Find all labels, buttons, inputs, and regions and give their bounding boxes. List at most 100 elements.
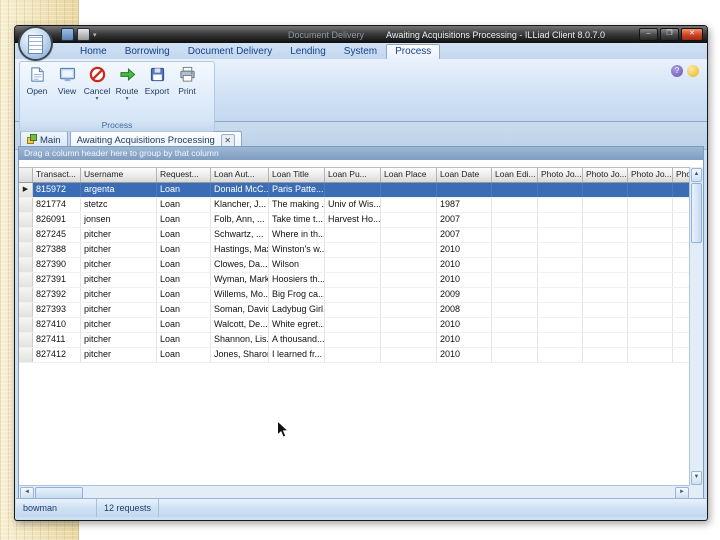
cell <box>583 213 628 227</box>
column-header-loan-pu[interactable]: Loan Pu... <box>325 168 381 182</box>
cell <box>325 348 381 362</box>
table-row[interactable]: 827391 pitcher Loan Wyman, Mark Hoosiers th.… <box>19 273 690 288</box>
cell: Donald McC... <box>211 183 269 197</box>
cell <box>381 288 437 302</box>
cell: 827411 <box>33 333 81 347</box>
quick-access-icon-2[interactable] <box>77 28 90 41</box>
ribbon-button-export[interactable]: Export <box>142 64 172 101</box>
cell <box>492 243 538 257</box>
window-title: Awaiting Acquisitions Processing - ILLia… <box>386 29 605 40</box>
cell <box>492 183 538 197</box>
table-row[interactable]: 827412 pitcher Loan Jones, Sharon I learned … <box>19 348 690 363</box>
column-header-loan-place[interactable]: Loan Place <box>381 168 437 182</box>
ribbon-tab-lending[interactable]: Lending <box>281 44 335 59</box>
table-row[interactable]: 827392 pitcher Loan Willems, Mo... Big Frog … <box>19 288 690 303</box>
cell: pitcher <box>81 318 157 332</box>
cell: pitcher <box>81 348 157 362</box>
cell: 827390 <box>33 258 81 272</box>
column-header-loan-aut[interactable]: Loan Aut... <box>211 168 269 182</box>
ribbon-tab-process[interactable]: Process <box>386 44 441 59</box>
horizontal-scrollbar[interactable]: ◄ ► <box>19 485 690 499</box>
table-row[interactable]: 827245 pitcher Loan Schwartz, ... Where in t… <box>19 228 690 243</box>
column-header-request[interactable]: Request... <box>157 168 211 182</box>
cell: Loan <box>157 228 211 242</box>
ribbon-button-print[interactable]: Print <box>172 64 202 101</box>
vertical-scroll-track[interactable] <box>690 183 703 470</box>
cell <box>583 333 628 347</box>
vertical-scrollbar[interactable]: ▲ ▼ <box>689 167 703 486</box>
table-row[interactable]: ▶ 815972 argenta Loan Donald McC... Paris Pat… <box>19 183 690 198</box>
column-header-photo-jo[interactable]: Photo Jo... <box>538 168 583 182</box>
table-row[interactable]: 826091 jonsen Loan Folb, Ann, ... Take time … <box>19 213 690 228</box>
column-header-photo-jo[interactable]: Photo Jo... <box>673 168 690 182</box>
ribbon-button-route[interactable]: Route ▾ <box>112 64 142 102</box>
table-row[interactable]: 821774 stetzc Loan Klancher, J... The making… <box>19 198 690 213</box>
row-indicator <box>19 198 33 212</box>
close-button[interactable]: ✕ <box>681 28 703 41</box>
cell <box>492 198 538 212</box>
cell: 2010 <box>437 258 492 272</box>
cell: 2010 <box>437 273 492 287</box>
ribbon-button-label: Print <box>178 86 196 96</box>
column-header-photo-jo[interactable]: Photo Jo... <box>583 168 628 182</box>
tab-label: Awaiting Acquisitions Processing <box>76 135 215 146</box>
scroll-down-icon[interactable]: ▼ <box>691 471 702 485</box>
cell: Loan <box>157 183 211 197</box>
cell: White egret... <box>269 318 325 332</box>
help-icon[interactable]: ? <box>671 65 683 77</box>
status-left: bowman <box>16 499 97 517</box>
column-header-transact[interactable]: Transact... <box>33 168 81 182</box>
cell <box>381 318 437 332</box>
cell <box>628 288 673 302</box>
row-indicator <box>19 348 33 362</box>
window-controls: – ❐ ✕ <box>639 28 703 41</box>
cell <box>538 288 583 302</box>
cell: Loan <box>157 243 211 257</box>
cell <box>325 273 381 287</box>
ribbon-button-cancel[interactable]: Cancel ▾ <box>82 64 112 102</box>
quick-access-icon[interactable] <box>61 28 74 41</box>
cell <box>628 303 673 317</box>
table-row[interactable]: 827388 pitcher Loan Hastings, Max Winston's … <box>19 243 690 258</box>
cell <box>538 348 583 362</box>
maximize-button[interactable]: ❐ <box>660 28 679 41</box>
cell <box>628 243 673 257</box>
application-button[interactable] <box>20 28 51 59</box>
chevron-down-icon[interactable]: ▾ <box>93 31 97 39</box>
ribbon-tab-system[interactable]: System <box>335 44 386 59</box>
cell: 2008 <box>437 303 492 317</box>
cell: Loan <box>157 303 211 317</box>
cell <box>538 183 583 197</box>
cell: Paris Patte... <box>269 183 325 197</box>
cell: 2007 <box>437 213 492 227</box>
cell: Hastings, Max <box>211 243 269 257</box>
column-header-loan-date[interactable]: Loan Date <box>437 168 492 182</box>
ribbon-tab-borrowing[interactable]: Borrowing <box>116 44 179 59</box>
table-row[interactable]: 827390 pitcher Loan Clowes, Da... Wilson 2010 <box>19 258 690 273</box>
column-header-photo-jo[interactable]: Photo Jo... <box>628 168 673 182</box>
column-header-loan-edi[interactable]: Loan Edi... <box>492 168 538 182</box>
cell: pitcher <box>81 273 157 287</box>
table-row[interactable]: 827393 pitcher Loan Soman, David Ladybug Gir… <box>19 303 690 318</box>
scroll-up-icon[interactable]: ▲ <box>691 168 702 182</box>
cell: 827392 <box>33 288 81 302</box>
ribbon-group-label: Process <box>20 120 214 131</box>
cell: 2010 <box>437 318 492 332</box>
ribbon-button-open[interactable]: Open <box>22 64 52 101</box>
column-header-username[interactable]: Username <box>81 168 157 182</box>
ribbon-tab-document-delivery[interactable]: Document Delivery <box>179 44 281 59</box>
illiad-window: ▾ Document Delivery Awaiting Acquisition… <box>14 25 708 521</box>
table-row[interactable]: 827410 pitcher Loan Walcott, De... White egr… <box>19 318 690 333</box>
ribbon-button-view[interactable]: View <box>52 64 82 101</box>
ribbon-tab-home[interactable]: Home <box>71 44 116 59</box>
minimize-button[interactable]: – <box>639 28 658 41</box>
column-header-loan-title[interactable]: Loan Title <box>269 168 325 182</box>
group-by-bar[interactable]: Drag a column header here to group by th… <box>19 147 703 160</box>
table-row[interactable]: 827411 pitcher Loan Shannon, Lis... A thousa… <box>19 333 690 348</box>
cell <box>325 288 381 302</box>
titlebar: ▾ Document Delivery Awaiting Acquisition… <box>15 26 707 43</box>
mouse-cursor <box>277 420 289 438</box>
vertical-scroll-thumb[interactable] <box>691 183 702 243</box>
cell: jonsen <box>81 213 157 227</box>
hint-icon[interactable] <box>687 65 699 77</box>
